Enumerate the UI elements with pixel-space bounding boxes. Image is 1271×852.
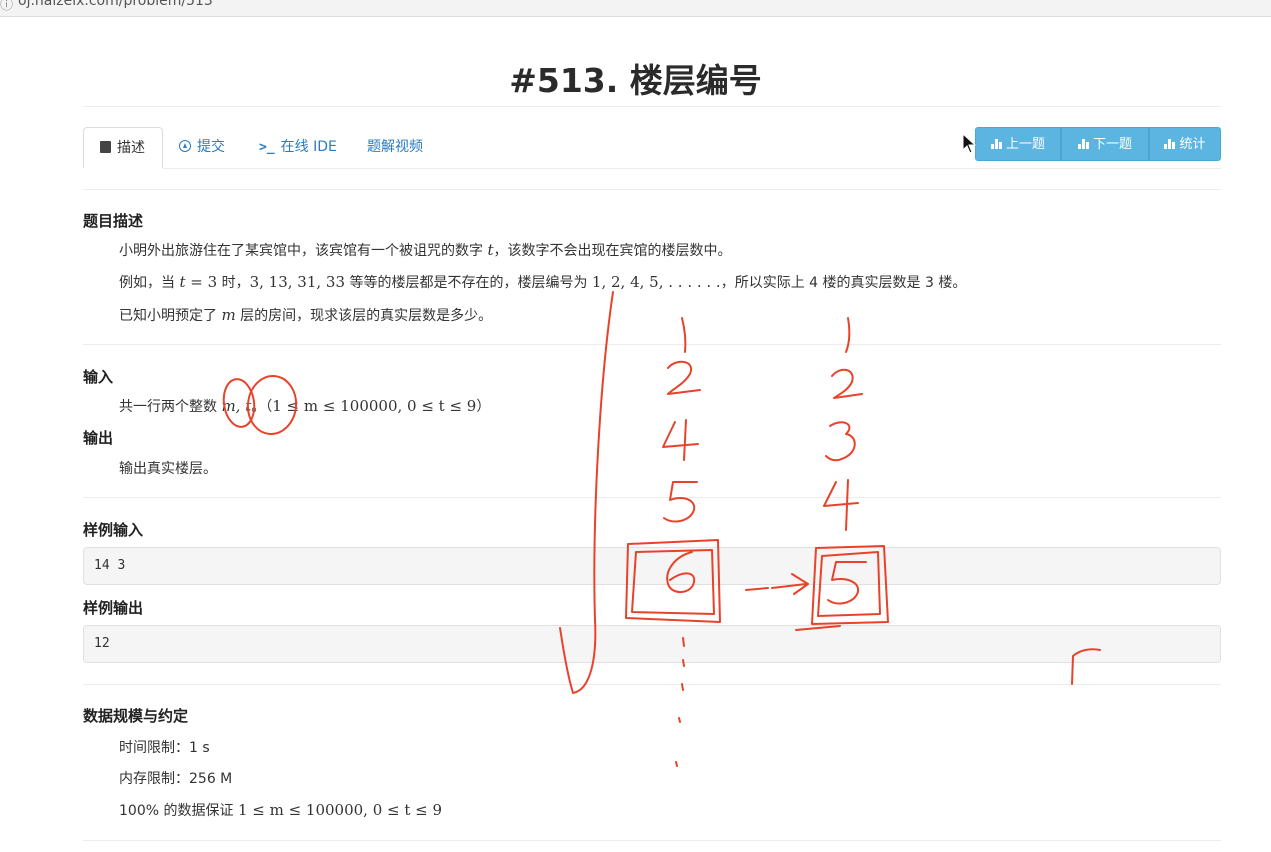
text-segment: ，该数字不会出现在宾馆的楼层数中。	[493, 243, 732, 259]
annotation-right-digit-2	[831, 368, 863, 399]
math-expr: 1 ≤ m ≤ 100000, 0 ≤ t ≤ 9	[272, 397, 477, 415]
mouse-cursor-icon	[962, 133, 977, 154]
info-icon[interactable]: ⓘ	[0, 0, 13, 13]
tab-label: 在线 IDE	[280, 139, 337, 155]
divider	[83, 189, 1221, 190]
description-heading: 题目描述	[83, 212, 144, 230]
text-segment: 小明外出旅游住在了某宾馆中，该宾馆有一个被诅咒的数字	[119, 243, 488, 259]
annotation-right-digit-4	[823, 479, 859, 531]
text-segment: ，所以实际上 4 楼的真实层数是 3 楼。	[720, 275, 967, 291]
annotation-right-digit-1	[845, 317, 851, 353]
prev-problem-button[interactable]: 上一题	[975, 127, 1061, 161]
sample-output-heading: 样例输出	[83, 599, 144, 617]
upload-icon	[179, 140, 191, 152]
tab-online-ide[interactable]: >_ 在线 IDE	[243, 127, 353, 168]
text-segment: 已知小明预定了	[119, 308, 222, 324]
bar-chart-icon	[1164, 139, 1176, 149]
statistics-button[interactable]: 统计	[1149, 127, 1221, 161]
annotation-right-digit-3	[825, 421, 856, 462]
sample-input-box[interactable]: 14 3	[83, 547, 1221, 585]
divider	[83, 840, 1221, 841]
tab-description[interactable]: 描述	[83, 127, 163, 168]
time-limit: 时间限制：1 s	[119, 740, 210, 756]
problem-tabs: 描述 提交 >_ 在线 IDE 题解视频	[83, 127, 503, 169]
divider	[83, 684, 1221, 685]
description-paragraph-3: 已知小明预定了 m 层的房间，现求该层的真实层数是多少。	[119, 305, 492, 325]
limits-heading: 数据规模与约定	[83, 707, 189, 725]
tab-label: 描述	[117, 140, 145, 156]
divider	[83, 344, 1221, 345]
bar-chart-icon	[990, 139, 1002, 149]
browser-address-bar[interactable]: ⓘ oj.haizeix.com/problem/513	[0, 0, 1271, 17]
tab-label: 题解视频	[367, 139, 423, 155]
terminal-icon: >_	[259, 140, 275, 155]
input-heading: 输入	[83, 368, 114, 386]
text-segment: 。（	[251, 399, 273, 415]
text-segment: 时，	[217, 275, 250, 291]
divider	[83, 497, 1221, 498]
memory-limit: 内存限制：256 M	[119, 771, 233, 787]
description-paragraph-2: 例如，当 t = 3 时，3, 13, 31, 33 等等的楼层都是不存在的，楼…	[119, 272, 966, 292]
output-text: 输出真实楼层。	[119, 461, 217, 477]
text-segment: 等等的楼层都是不存在的，楼层编号为	[345, 275, 592, 291]
tabs-baseline	[163, 168, 1221, 169]
divider	[83, 106, 1221, 107]
bar-chart-icon	[1077, 139, 1089, 149]
problem-title: #513. 楼层编号	[509, 61, 762, 100]
input-text: 共一行两个整数 m, t。（1 ≤ m ≤ 100000, 0 ≤ t ≤ 9）	[119, 396, 490, 416]
math-var: m	[221, 306, 236, 324]
description-paragraph-1: 小明外出旅游住在了某宾馆中，该宾馆有一个被诅咒的数字 t，该数字不会出现在宾馆的…	[119, 240, 731, 260]
text-segment: 共一行两个整数	[119, 399, 222, 415]
button-label: 上一题	[1005, 137, 1045, 152]
annotation-left-digit-2	[667, 360, 701, 395]
output-heading: 输出	[83, 429, 114, 447]
sample-output-box[interactable]: 12	[83, 625, 1221, 663]
math-expr: 1, 2, 4, 5, . . . . . .	[591, 273, 721, 291]
button-label: 统计	[1179, 137, 1206, 152]
math-expr: 3, 13, 31, 33	[249, 273, 346, 291]
book-icon	[100, 141, 111, 153]
text-segment: 层的房间，现求该层的真实层数是多少。	[235, 308, 493, 324]
math-expr: m, t	[221, 397, 252, 415]
data-guarantee: 100% 的数据保证 1 ≤ m ≤ 100000, 0 ≤ t ≤ 9	[119, 800, 442, 820]
button-label: 下一题	[1092, 137, 1132, 152]
tab-submit[interactable]: 提交	[163, 127, 241, 168]
next-problem-button[interactable]: 下一题	[1061, 127, 1149, 161]
math-expr: = 3	[185, 273, 218, 291]
address-url[interactable]: oj.haizeix.com/problem/513	[18, 0, 213, 9]
text-segment: ）	[476, 399, 491, 415]
annotation-left-digit-1	[681, 317, 687, 353]
annotation-left-digit-5	[663, 481, 698, 523]
tab-solution-video[interactable]: 题解视频	[351, 127, 439, 168]
tab-label: 提交	[197, 139, 225, 155]
text-segment: 100% 的数据保证	[119, 803, 238, 819]
sample-input-heading: 样例输入	[83, 521, 144, 539]
annotation-left-digit-4	[662, 419, 699, 461]
math-expr: 1 ≤ m ≤ 100000, 0 ≤ t ≤ 9	[237, 801, 443, 819]
text-segment: 例如，当	[119, 275, 180, 291]
